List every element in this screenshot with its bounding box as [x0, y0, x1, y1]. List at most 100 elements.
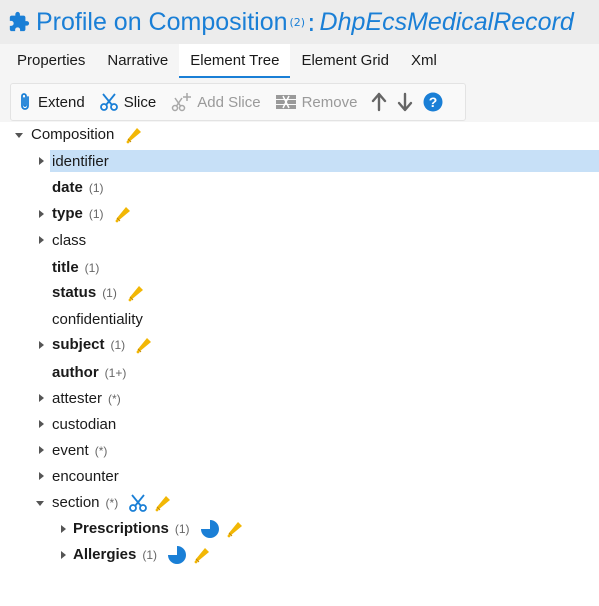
tree-row-subject[interactable]: subject (1) — [0, 332, 599, 358]
cardinality: (1) — [142, 547, 158, 562]
collapsed-arrow-icon[interactable] — [36, 340, 46, 350]
scissors-icon — [99, 93, 118, 111]
tree-row-type[interactable]: type (1) — [0, 201, 599, 227]
add-slice-button[interactable]: Add Slice — [170, 92, 261, 112]
profile-name: DhpEcsMedicalRecord — [319, 7, 574, 36]
arrow-down-icon — [398, 92, 413, 112]
remove-grid-icon — [275, 95, 296, 109]
tree-label-status: status — [52, 283, 97, 301]
tab-xml[interactable]: Xml — [400, 44, 448, 78]
window-header: Profile on Composition (2) : DhpEcsMedic… — [0, 0, 599, 44]
scissors-icon — [128, 494, 148, 512]
remove-label: Remove — [301, 93, 358, 111]
cardinality: (1) — [102, 285, 117, 300]
extend-button[interactable]: Extend — [17, 92, 85, 112]
tab-narrative[interactable]: Narrative — [96, 44, 179, 78]
tree-label-attester: attester — [52, 389, 103, 407]
tree-row-custodian[interactable]: custodian — [0, 411, 599, 437]
cardinality: (1) — [88, 180, 104, 195]
pen-icon — [135, 336, 153, 354]
expanded-arrow-icon[interactable] — [35, 498, 45, 508]
selection-highlight — [50, 150, 599, 172]
title-count: (2) — [289, 15, 306, 29]
tree-label-encounter: encounter — [52, 467, 119, 485]
tree-row-author[interactable]: author (1+) — [0, 359, 599, 385]
tree-row-allergies[interactable]: Allergies (1) — [0, 542, 599, 568]
tree-row-title[interactable]: title (1) — [0, 254, 599, 280]
tree-row-encounter[interactable]: encounter — [0, 463, 599, 489]
tree-row-attester[interactable]: attester (*) — [0, 385, 599, 411]
cardinality: (1+) — [104, 365, 127, 380]
slice-pie-icon — [200, 519, 220, 539]
pen-icon — [193, 546, 211, 564]
collapsed-arrow-icon[interactable] — [36, 471, 46, 481]
toolbar: Extend Slice Add Slice Remove ? — [10, 83, 466, 121]
collapsed-arrow-icon[interactable] — [36, 393, 46, 403]
paperclip-icon — [21, 93, 29, 110]
tree-row-confidentiality[interactable]: confidentiality — [0, 306, 599, 332]
slice-pie-icon — [167, 545, 187, 565]
help-button[interactable]: ? — [423, 92, 443, 112]
tab-element-tree[interactable]: Element Tree — [179, 44, 291, 78]
tree-row-identifier[interactable]: identifier — [0, 148, 599, 174]
element-tree: Composition identifier date (1) type (1) — [0, 122, 599, 606]
title-separator: : — [307, 7, 316, 37]
cardinality: (*) — [108, 391, 121, 406]
tree-label-allergies: Allergies — [73, 545, 137, 563]
pen-icon — [127, 284, 145, 302]
move-up-button[interactable] — [371, 92, 387, 112]
collapsed-arrow-icon[interactable] — [36, 419, 46, 429]
tree-row-class[interactable]: class — [0, 227, 599, 253]
tree-row-composition[interactable]: Composition — [0, 122, 599, 148]
tree-label-section: section — [52, 493, 100, 511]
move-down-button[interactable] — [397, 92, 413, 112]
tree-row-status[interactable]: status (1) — [0, 280, 599, 306]
expanded-arrow-icon[interactable] — [14, 130, 24, 140]
tree-label-date: date — [52, 178, 83, 196]
tree-label-confidentiality: confidentiality — [52, 310, 143, 328]
puzzle-piece-icon — [9, 11, 30, 32]
pen-icon — [154, 494, 172, 512]
collapsed-arrow-icon[interactable] — [58, 550, 68, 560]
pen-icon — [226, 520, 244, 538]
remove-button[interactable]: Remove — [275, 93, 358, 111]
tree-row-prescriptions[interactable]: Prescriptions (1) — [0, 516, 599, 542]
slice-label: Slice — [123, 93, 157, 111]
collapsed-arrow-icon[interactable] — [36, 445, 46, 455]
extend-label: Extend — [38, 93, 85, 111]
tab-bar: Properties Narrative Element Tree Elemen… — [0, 44, 599, 78]
pen-icon — [125, 126, 143, 144]
tree-row-date[interactable]: date (1) — [0, 174, 599, 200]
add-slice-label: Add Slice — [197, 93, 261, 111]
tree-label-author: author — [52, 363, 99, 381]
tree-row-event[interactable]: event (*) — [0, 437, 599, 463]
tree-label-identifier: identifier — [52, 152, 109, 170]
composition-label: Composition — [31, 125, 115, 143]
arrow-up-icon — [372, 92, 387, 112]
cardinality: (*) — [94, 443, 108, 458]
collapsed-arrow-icon[interactable] — [36, 156, 46, 166]
tree-label-class: class — [52, 231, 87, 249]
slice-button[interactable]: Slice — [99, 92, 157, 112]
pen-icon — [114, 205, 132, 223]
cardinality: (*) — [105, 495, 119, 510]
tree-label-prescriptions: Prescriptions — [73, 519, 169, 537]
collapsed-arrow-icon[interactable] — [36, 209, 46, 219]
cardinality: (1) — [84, 260, 100, 275]
svg-text:?: ? — [429, 94, 438, 110]
tree-label-title: title — [52, 258, 79, 276]
tree-label-type: type — [52, 204, 83, 222]
cardinality: (1) — [174, 521, 190, 536]
help-icon: ? — [423, 92, 443, 112]
tree-label-custodian: custodian — [52, 415, 117, 433]
tree-row-section[interactable]: section (*) — [0, 490, 599, 516]
collapsed-arrow-icon[interactable] — [58, 524, 68, 534]
tab-element-grid[interactable]: Element Grid — [290, 44, 400, 78]
tab-properties[interactable]: Properties — [6, 44, 96, 78]
tree-label-event: event — [52, 441, 89, 459]
collapsed-arrow-icon[interactable] — [36, 235, 46, 245]
tree-label-subject: subject — [52, 335, 105, 353]
add-slice-icon — [171, 93, 192, 112]
page-title: Profile on Composition — [36, 7, 288, 36]
cardinality: (1) — [88, 206, 104, 221]
